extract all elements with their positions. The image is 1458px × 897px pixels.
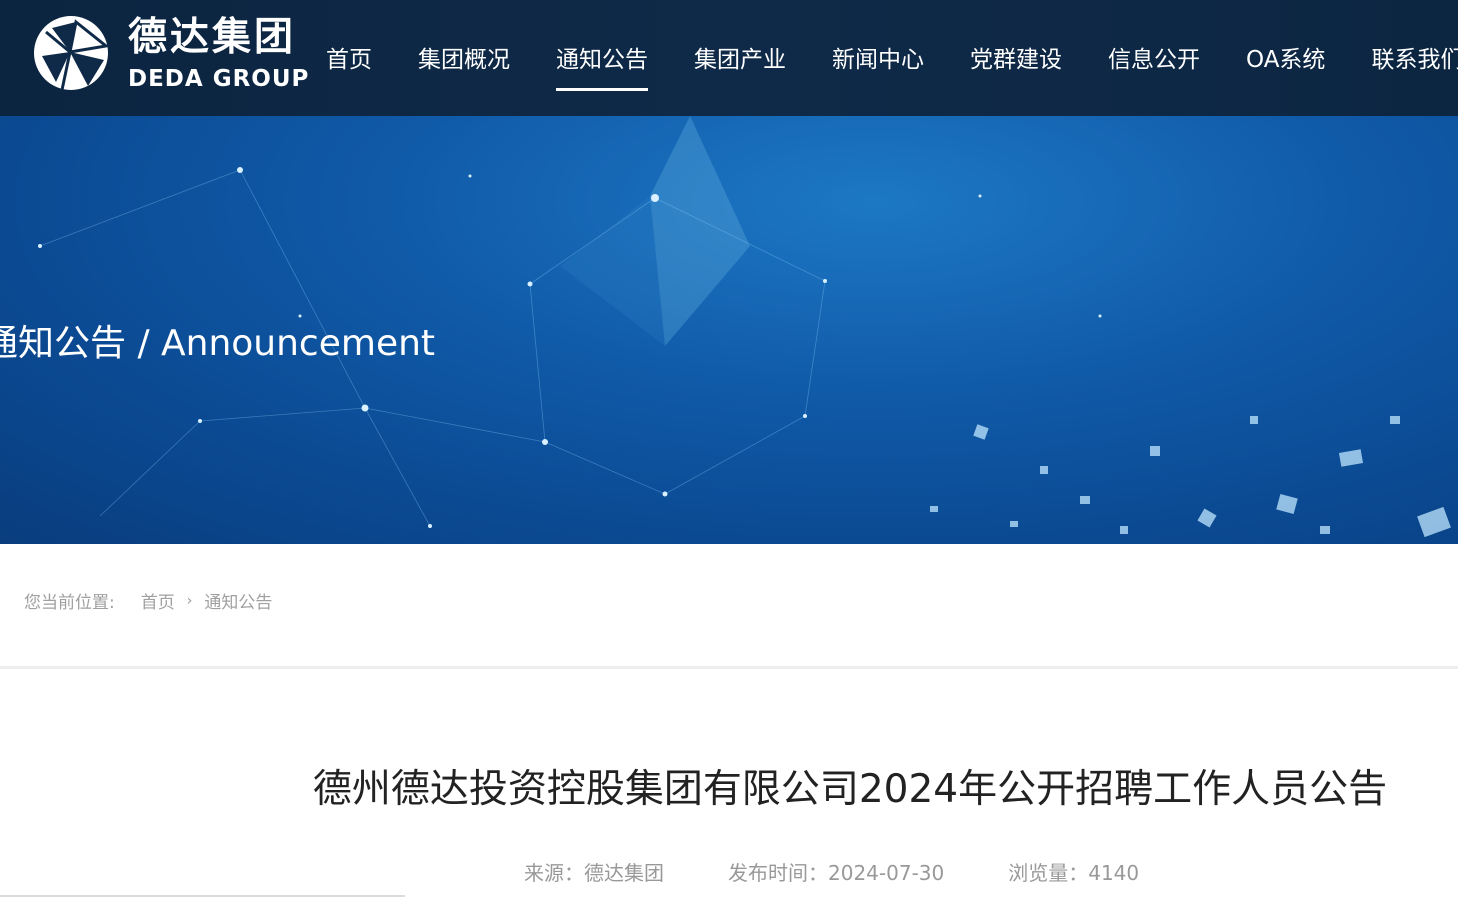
meta-source-value: 德达集团 bbox=[584, 861, 664, 885]
nav-item-disclosure[interactable]: 信息公开 bbox=[1108, 0, 1200, 116]
nav-item-party[interactable]: 党群建设 bbox=[970, 0, 1062, 116]
breadcrumb: 您当前位置: 首页 › 通知公告 bbox=[24, 588, 272, 614]
logo-cn-text: 德达集团 bbox=[128, 15, 297, 60]
nav-item-about[interactable]: 集团概况 bbox=[418, 0, 510, 116]
meta-source-label: 来源： bbox=[524, 861, 584, 885]
meta-date: 发布时间：2024-07-30 bbox=[728, 857, 944, 886]
deda-logo-icon bbox=[34, 16, 110, 91]
breadcrumb-link-home[interactable]: 首页 bbox=[141, 588, 175, 613]
article-meta: 来源：德达集团 发布时间：2024-07-30 浏览量：4140 bbox=[524, 857, 1139, 886]
nav-item-announcements[interactable]: 通知公告 bbox=[556, 0, 648, 116]
nav-item-home[interactable]: 首页 bbox=[326, 0, 372, 116]
meta-views-label: 浏览量： bbox=[1008, 861, 1089, 885]
chevron-right-icon: › bbox=[186, 592, 193, 609]
breadcrumb-label: 您当前位置: bbox=[24, 593, 115, 613]
nav-item-news[interactable]: 新闻中心 bbox=[832, 0, 924, 116]
nav-item-oa[interactable]: OA系统 bbox=[1246, 0, 1325, 116]
article-title: 德州德达投资控股集团有限公司2024年公开招聘工作人员公告 bbox=[312, 767, 1388, 812]
banner: 通知公告 / Announcement bbox=[0, 116, 1458, 544]
meta-views: 浏览量：4140 bbox=[1008, 857, 1139, 886]
meta-date-value: 2024-07-30 bbox=[828, 861, 945, 885]
logo-en-text: DEDA GROUP bbox=[128, 66, 310, 92]
banner-title: 通知公告 / Announcement bbox=[0, 323, 436, 364]
breadcrumb-link-announcements[interactable]: 通知公告 bbox=[204, 588, 272, 613]
meta-source: 来源：德达集团 bbox=[524, 857, 664, 886]
site-header: 德达集团 DEDA GROUP 首页 集团概况 通知公告 集团产业 新闻中心 党… bbox=[0, 0, 1458, 116]
main-nav: 首页 集团概况 通知公告 集团产业 新闻中心 党群建设 信息公开 OA系统 联系… bbox=[326, 0, 1458, 116]
meta-views-value: 4140 bbox=[1088, 861, 1140, 885]
logo[interactable]: 德达集团 DEDA GROUP bbox=[32, 10, 312, 96]
nav-item-contact[interactable]: 联系我们 bbox=[1371, 0, 1458, 116]
section-divider bbox=[0, 666, 1458, 669]
nav-item-industries[interactable]: 集团产业 bbox=[694, 0, 786, 116]
meta-date-label: 发布时间： bbox=[728, 861, 828, 885]
